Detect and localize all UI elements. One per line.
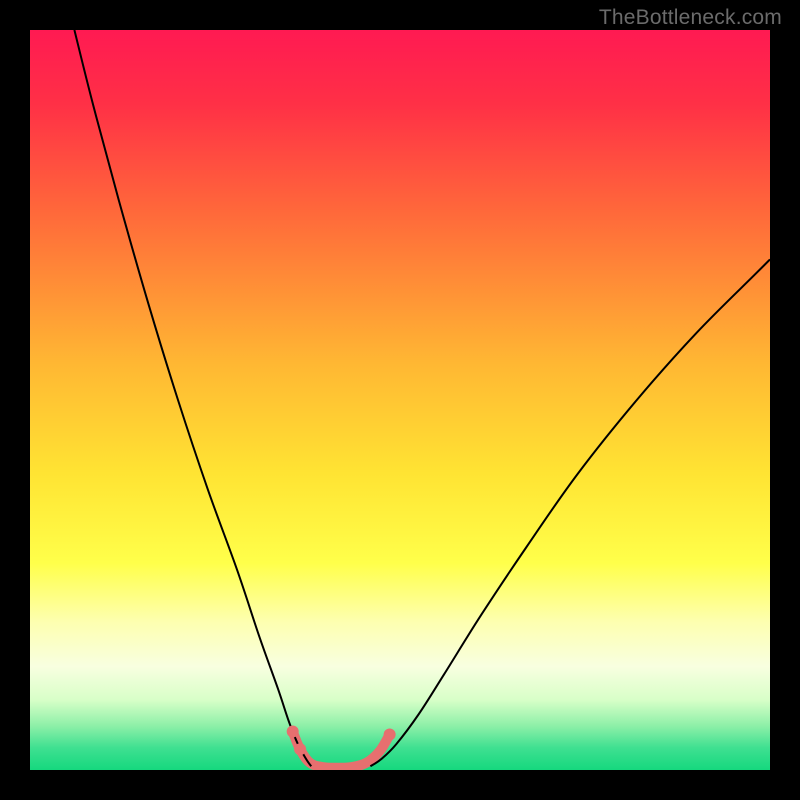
- plot-area: [30, 30, 770, 770]
- optimal-dot-1: [287, 726, 299, 738]
- optimal-dot-3: [384, 728, 396, 740]
- watermark-text: TheBottleneck.com: [599, 6, 782, 30]
- optimal-dot-2: [294, 743, 306, 755]
- bottleneck-curve-left: [74, 30, 311, 766]
- chart-frame: TheBottleneck.com: [0, 0, 800, 800]
- curve-layer: [30, 30, 770, 770]
- bottleneck-curve-right: [370, 259, 770, 766]
